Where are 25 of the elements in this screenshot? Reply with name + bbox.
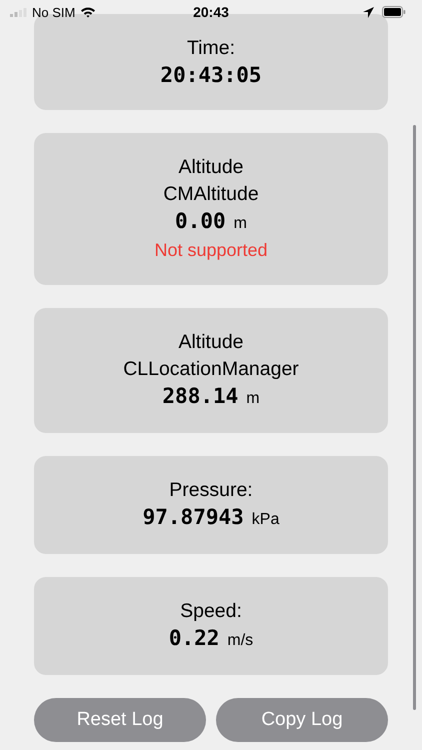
reading-value: 288.14 xyxy=(162,383,238,410)
reading-label: Speed: xyxy=(180,599,242,624)
battery-icon xyxy=(382,6,406,18)
wifi-icon xyxy=(80,6,96,18)
reading-label: CLLocationManager xyxy=(123,357,299,382)
signal-icon xyxy=(10,7,27,17)
reading-value: 20:43:05 xyxy=(160,62,262,89)
reset-log-button[interactable]: Reset Log xyxy=(34,698,206,742)
unit-label: m xyxy=(246,389,260,409)
location-arrow-icon xyxy=(363,6,374,18)
reading-label: Altitude xyxy=(178,155,244,180)
carrier-label: No SIM xyxy=(32,4,76,20)
reading-value: 97.87943 xyxy=(142,504,244,531)
reading-label: CMAltitude xyxy=(163,182,259,207)
reading-label: Pressure: xyxy=(169,478,253,503)
reading-value: 0.22 xyxy=(168,625,220,652)
unit-label: m/s xyxy=(227,631,254,651)
reading-value: 0.00 xyxy=(175,208,226,235)
unit-label: m xyxy=(234,214,247,234)
reading-label: Time: xyxy=(186,36,236,61)
copy-log-button[interactable]: Copy Log xyxy=(216,698,388,742)
unit-label: kPa xyxy=(252,510,280,530)
clock-time: 20:43 xyxy=(193,4,229,20)
error-message: Not supported xyxy=(154,239,268,262)
reading-label: Altitude xyxy=(178,330,244,355)
